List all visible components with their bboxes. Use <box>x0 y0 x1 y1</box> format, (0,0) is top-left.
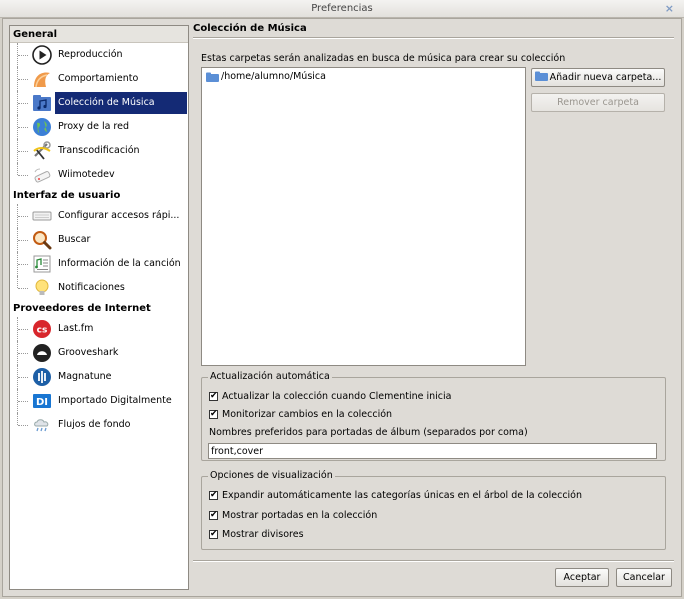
sidebar-item-accesos-rapidos[interactable]: Configurar accesos rápi... <box>10 204 188 228</box>
magnatune-icon <box>33 368 51 386</box>
transcode-icon <box>33 141 51 160</box>
sidebar-item-transcodificacion[interactable]: Transcodificación <box>10 139 188 163</box>
folder-path: /home/alumno/Música <box>221 71 326 82</box>
cover-names-label: Nombres preferidos para portadas de álbu… <box>209 427 528 438</box>
monitor-changes-checkbox[interactable]: Monitorizar cambios en la colección <box>209 408 392 421</box>
sidebar-item-digitally-imported[interactable]: DI Importado Digitalmente <box>10 389 188 413</box>
expand-single-label: Expandir automáticamente las categorías … <box>222 490 583 501</box>
sidebar-item-grooveshark[interactable]: Grooveshark <box>10 341 188 365</box>
music-library-icon <box>33 95 51 111</box>
sidebar-item-label: Grooveshark <box>58 347 119 358</box>
folder-icon <box>206 72 219 82</box>
close-icon[interactable]: × <box>665 0 674 18</box>
sidebar-item-magnatune[interactable]: Magnatune <box>10 365 188 389</box>
auto-update-legend: Actualización automática <box>208 371 332 383</box>
sidebar-item-label: Información de la canción <box>58 258 181 269</box>
sidebar-item-label: Last.fm <box>58 323 94 334</box>
show-dividers-label: Mostrar divisores <box>222 529 304 540</box>
expand-single-checkbox[interactable]: Expandir automáticamente las categorías … <box>209 489 582 502</box>
lastfm-icon: cs <box>33 320 51 338</box>
sidebar-item-flujos-de-fondo[interactable]: Flujos de fondo <box>10 413 188 437</box>
remove-folder-button[interactable]: Remover carpeta <box>531 93 665 112</box>
sidebar-item-buscar[interactable]: Buscar <box>10 228 188 252</box>
svg-text:cs: cs <box>37 326 48 336</box>
sidebar-item-info-cancion[interactable]: Información de la canción <box>10 252 188 276</box>
grooveshark-icon <box>33 344 51 362</box>
folder-list[interactable]: /home/alumno/Música <box>201 67 526 366</box>
add-folder-button[interactable]: Añadir nueva carpeta... <box>531 68 665 87</box>
accept-button[interactable]: Aceptar <box>555 568 609 587</box>
sidebar-group-general[interactable]: General <box>10 26 188 43</box>
sidebar-item-label: Magnatune <box>58 371 112 382</box>
window-title: Preferencias <box>311 3 373 14</box>
folders-description: Estas carpetas serán analizadas en busca… <box>201 53 566 64</box>
sidebar-item-label: Colección de Música <box>55 92 187 114</box>
svg-text:DI: DI <box>36 397 48 408</box>
list-item[interactable]: /home/alumno/Música <box>206 71 326 83</box>
sidebar-group-proveedores[interactable]: Proveedores de Internet <box>10 300 188 317</box>
sidebar-item-proxy[interactable]: Proxy de la red <box>10 115 188 139</box>
sidebar-item-wiimotedev[interactable]: Wiimotedev <box>10 163 188 187</box>
sidebar-item-label: Wiimotedev <box>58 169 115 180</box>
folder-icon <box>534 71 548 81</box>
window-titlebar: Preferencias × <box>0 0 684 18</box>
sidebar-item-coleccion-de-musica[interactable]: Colección de Música <box>10 91 188 115</box>
sidebar-item-label: Flujos de fondo <box>58 419 131 430</box>
keyboard-icon <box>32 211 52 221</box>
lightbulb-icon <box>35 279 49 295</box>
show-covers-label: Mostrar portadas en la colección <box>222 510 378 521</box>
add-folder-label: Añadir nueva carpeta... <box>549 72 662 83</box>
page-title: Colección de Música <box>193 23 307 34</box>
sidebar-item-label: Notificaciones <box>58 282 125 293</box>
cancel-button[interactable]: Cancelar <box>616 568 672 587</box>
checkbox-checked-icon <box>209 509 218 521</box>
checkbox-checked-icon <box>209 408 218 420</box>
background-streams-icon <box>34 419 49 432</box>
update-on-start-checkbox[interactable]: Actualizar la colección cuando Clementin… <box>209 390 452 403</box>
footer-divider <box>193 560 674 562</box>
sidebar-item-comportamiento[interactable]: Comportamiento <box>10 67 188 91</box>
globe-icon <box>33 118 51 136</box>
monitor-changes-label: Monitorizar cambios en la colección <box>222 409 393 420</box>
show-covers-checkbox[interactable]: Mostrar portadas en la colección <box>209 509 377 522</box>
sidebar-item-label: Reproducción <box>58 49 123 60</box>
cover-names-input[interactable] <box>208 443 657 459</box>
sidebar-item-label: Comportamiento <box>58 73 139 84</box>
wiimote-icon <box>34 168 51 183</box>
checkbox-checked-icon <box>209 489 218 501</box>
song-info-icon <box>33 255 51 273</box>
title-divider <box>193 37 674 39</box>
update-on-start-label: Actualizar la colección cuando Clementin… <box>222 391 452 402</box>
preferences-sidebar: General Reproducción Comportamiento Cole… <box>9 25 189 590</box>
checkbox-checked-icon <box>209 390 218 402</box>
display-options-legend: Opciones de visualización <box>208 470 335 482</box>
show-dividers-checkbox[interactable]: Mostrar divisores <box>209 528 304 541</box>
sidebar-item-label: Proxy de la red <box>58 121 129 132</box>
sidebar-item-notificaciones[interactable]: Notificaciones <box>10 276 188 300</box>
behaviour-icon <box>34 72 50 88</box>
sidebar-group-interfaz[interactable]: Interfaz de usuario <box>10 187 188 204</box>
sidebar-item-label: Importado Digitalmente <box>58 395 172 406</box>
sidebar-item-lastfm[interactable]: cs Last.fm <box>10 317 188 341</box>
sidebar-item-label: Configurar accesos rápi... <box>58 210 180 221</box>
play-icon <box>32 45 52 65</box>
checkbox-checked-icon <box>209 528 218 540</box>
magnifier-icon <box>33 231 52 250</box>
sidebar-item-label: Buscar <box>58 234 91 245</box>
sidebar-item-label: Transcodificación <box>58 145 140 156</box>
digitally-imported-icon: DI <box>33 394 51 408</box>
sidebar-item-reproduccion[interactable]: Reproducción <box>10 43 188 67</box>
